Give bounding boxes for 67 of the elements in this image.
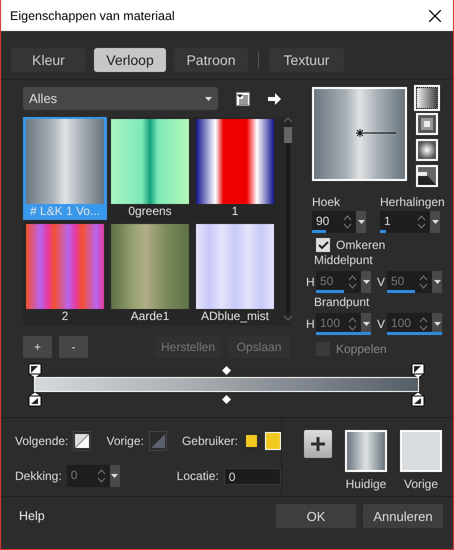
spinner-arrows-icon[interactable] [343, 215, 352, 229]
tab[interactable]: Textuur [269, 48, 344, 72]
tab[interactable]: Kleur [11, 48, 86, 72]
checkbox[interactable] [316, 238, 330, 252]
axis-label: H [306, 275, 314, 289]
gradient-bar[interactable] [34, 377, 419, 392]
axis-label: V [377, 275, 385, 289]
caret-icon [362, 280, 370, 284]
gradient-preview[interactable] [312, 87, 407, 181]
gradient-swatch[interactable] [400, 430, 442, 472]
list-button[interactable]: - [59, 336, 88, 358]
color-stop-icon[interactable] [28, 392, 42, 406]
tab[interactable]: Verloop [94, 48, 166, 72]
scrollbar-drawing[interactable] [283, 117, 293, 322]
plus-icon [311, 437, 325, 451]
spinner-arrows-icon[interactable] [417, 215, 426, 229]
add-button[interactable] [304, 430, 332, 458]
close-icon[interactable] [429, 10, 441, 22]
next-stop-icon[interactable] [75, 434, 90, 448]
swatch-label: Huidige [346, 477, 386, 491]
swatch-label: Vorige [404, 477, 438, 491]
midpoint-icon[interactable] [222, 394, 231, 404]
field-label: Gebruiker: [182, 434, 238, 448]
field-label: Herhalingen [380, 195, 445, 209]
axis-label: H [306, 317, 314, 331]
color-stop-icon[interactable] [411, 362, 425, 378]
dialog-button[interactable]: OK [276, 504, 356, 528]
field-label: Vorige: [106, 434, 144, 448]
section-label: Middelpunt [314, 253, 374, 267]
field-label: Volgende: [15, 434, 68, 448]
category-dropdown[interactable]: Alles [23, 87, 218, 110]
list-button[interactable]: + [23, 336, 52, 358]
color-stop-icon[interactable] [28, 362, 42, 378]
gradient-item[interactable]: ADblue_mist [193, 222, 277, 325]
gradient-item[interactable]: 1 [193, 117, 277, 220]
caret-icon [205, 96, 212, 100]
caret-icon [358, 220, 364, 224]
gradient-style-button[interactable] [416, 87, 438, 109]
window-title: Eigenschappen van materiaal [10, 8, 175, 22]
color-swatch[interactable] [264, 432, 281, 450]
help-link[interactable]: Help [19, 509, 269, 523]
spin-field[interactable]: 1 [380, 211, 440, 233]
axis-label: V [377, 317, 385, 331]
caret-icon [432, 220, 438, 224]
location-field[interactable]: 0 [224, 468, 281, 484]
caret-icon [434, 322, 440, 326]
gradient-item[interactable]: Aarde1 [108, 222, 192, 325]
section-label: Brandpunt [314, 295, 370, 309]
gradient-swatch[interactable] [345, 430, 387, 472]
caret-icon [434, 280, 440, 284]
checkbox-label: Omkeren [336, 238, 386, 252]
angle-handle-icon[interactable] [356, 129, 396, 137]
field-label: Locatie: [176, 469, 219, 483]
gradient-item[interactable]: 0greens [108, 117, 192, 220]
list-view-icon[interactable] [236, 92, 250, 106]
spin-field[interactable]: 90 [312, 211, 366, 233]
arrow-right-icon[interactable] [268, 92, 281, 104]
tab[interactable]: Patroon [174, 48, 248, 72]
caret-icon [362, 322, 370, 326]
midpoint-icon[interactable] [222, 366, 231, 374]
caret-icon [111, 474, 118, 478]
checkbox-label: Koppelen [336, 342, 387, 356]
dialog-button[interactable]: Annuleren [363, 504, 443, 528]
field-label: Hoek [312, 195, 342, 209]
gradient-item[interactable]: 2 [23, 222, 107, 325]
color-stop-icon[interactable] [411, 392, 425, 406]
field-label: Dekking: [15, 469, 62, 483]
